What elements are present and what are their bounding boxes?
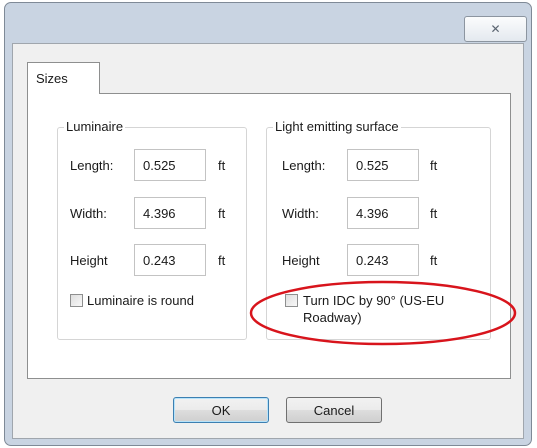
luminaire-group-title: Luminaire	[64, 119, 126, 135]
cancel-button[interactable]: Cancel	[286, 397, 382, 423]
close-icon: ✕	[490, 22, 501, 36]
luminaire-height-field[interactable]	[134, 244, 206, 276]
turn-idc-label-line1: Turn IDC by 90° (US-EU	[303, 293, 445, 308]
turn-idc-label[interactable]: Turn IDC by 90° (US-EU Roadway)	[303, 292, 444, 326]
surface-width-label: Width:	[282, 206, 319, 221]
surface-height-field[interactable]	[347, 244, 419, 276]
light-emitting-surface-group: Light emitting surface Length: ft Width:…	[266, 119, 491, 340]
ok-button[interactable]: OK	[173, 397, 269, 423]
surface-length-label: Length:	[282, 158, 326, 173]
tab-sizes[interactable]: Sizes	[27, 62, 100, 94]
luminaire-length-label: Length:	[70, 158, 114, 173]
close-button[interactable]: ✕	[464, 16, 527, 42]
surface-height-unit: ft	[430, 253, 438, 268]
surface-length-field[interactable]	[347, 149, 419, 181]
luminaire-height-unit: ft	[218, 253, 226, 268]
turn-idc-checkbox[interactable]	[285, 294, 298, 307]
luminaire-width-unit: ft	[218, 206, 226, 221]
luminaire-length-unit: ft	[218, 158, 226, 173]
surface-height-label: Height	[282, 253, 320, 268]
turn-idc-label-line2: Roadway)	[303, 310, 362, 325]
luminaire-group: Luminaire Length: ft Width: ft Height ft…	[57, 119, 247, 340]
luminaire-round-checkbox[interactable]	[70, 294, 83, 307]
light-emitting-surface-group-title: Light emitting surface	[273, 119, 401, 135]
surface-length-unit: ft	[430, 158, 438, 173]
luminaire-round-label[interactable]: Luminaire is round	[87, 292, 194, 309]
surface-width-unit: ft	[430, 206, 438, 221]
luminaire-length-field[interactable]	[134, 149, 206, 181]
surface-width-field[interactable]	[347, 197, 419, 229]
luminaire-width-field[interactable]	[134, 197, 206, 229]
tab-sizes-label: Sizes	[36, 71, 68, 86]
luminaire-height-label: Height	[70, 253, 108, 268]
tab-page-sizes: Luminaire Length: ft Width: ft Height ft…	[27, 93, 511, 379]
luminaire-width-label: Width:	[70, 206, 107, 221]
